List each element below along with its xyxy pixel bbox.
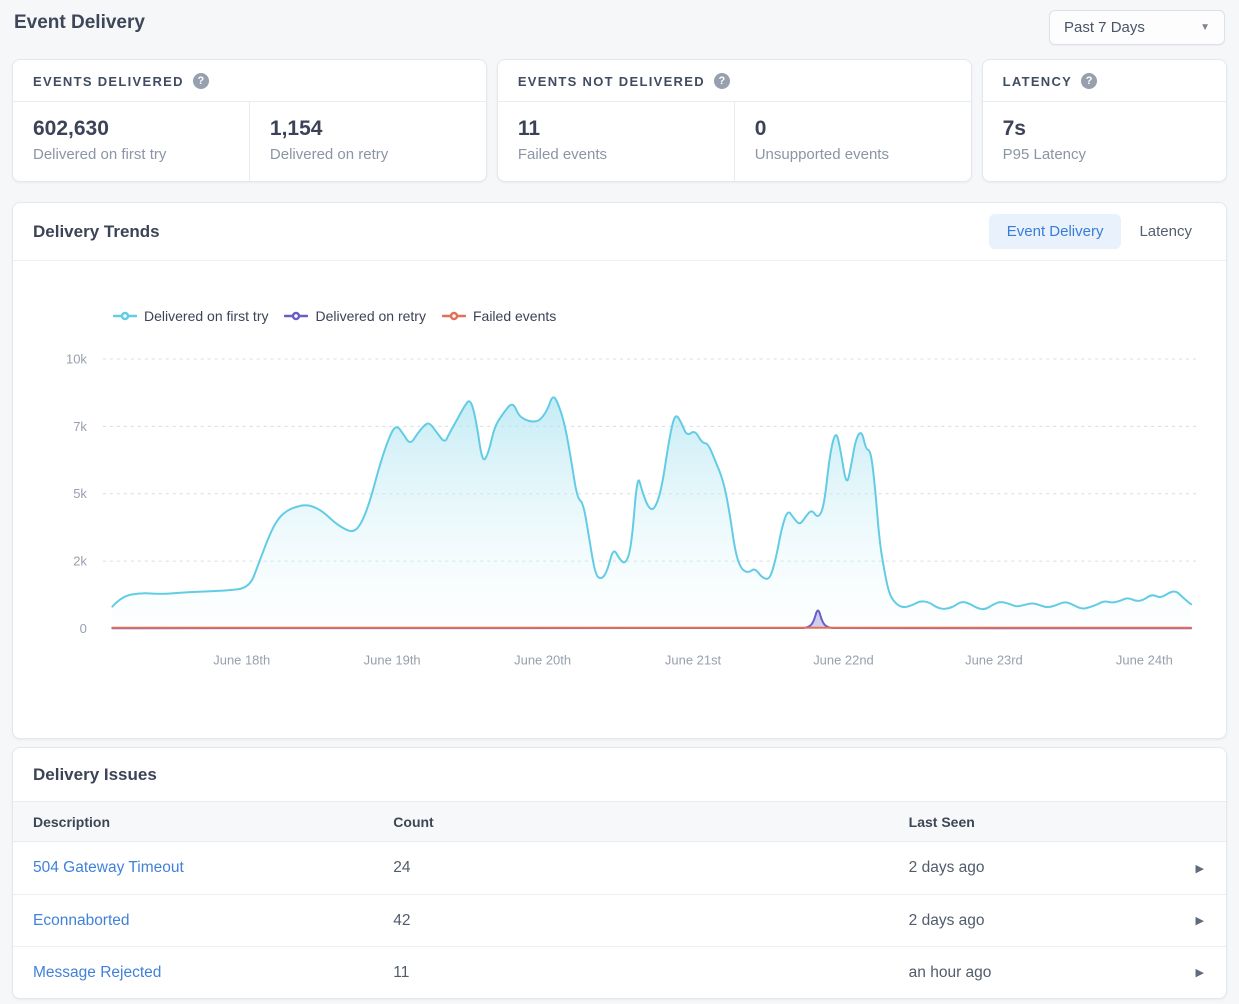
page-header: Event Delivery Past 7 Days ▼ <box>12 0 1227 59</box>
issue-count: 24 <box>393 859 411 876</box>
delivery-trends-card: Delivery Trends Event Delivery Latency D… <box>12 202 1227 739</box>
metric-label: Unsupported events <box>754 146 889 163</box>
issues-table-header: Description Count Last Seen <box>13 801 1226 842</box>
series-area-delivered-on-first-try <box>112 397 1192 629</box>
legend-marker-icon <box>284 311 309 321</box>
metric-label: P95 Latency <box>1002 146 1087 163</box>
legend-label: Delivered on first try <box>144 308 269 324</box>
metric-delivered-retry: 1,154 Delivered on retry <box>248 102 486 181</box>
chart-legend: Delivered on first try Delivered on retry… <box>113 305 1226 327</box>
row-expand-arrow-icon[interactable]: ▶ <box>1196 914 1204 927</box>
trends-tabs: Event Delivery Latency <box>988 214 1210 249</box>
metric-label: Failed events <box>517 146 608 163</box>
x-axis-tick-label: June 23rd <box>965 652 1023 667</box>
help-icon[interactable]: ? <box>713 73 730 89</box>
issue-last-seen: 2 days ago <box>908 859 985 876</box>
issue-count: 42 <box>393 911 411 929</box>
table-row[interactable]: Econnaborted 42 2 days ago ▶ <box>13 894 1226 946</box>
x-axis-tick-label: June 19th <box>364 652 421 667</box>
y-axis-tick-label: 5k <box>73 486 87 501</box>
column-header-last-seen: Last Seen <box>908 813 975 830</box>
legend-item-failed-events[interactable]: Failed events <box>441 308 557 324</box>
legend-marker-icon <box>441 311 466 321</box>
tab-latency[interactable]: Latency <box>1121 214 1210 249</box>
date-range-value: Past 7 Days <box>1064 19 1145 36</box>
metric-delivered-first-try: 602,630 Delivered on first try <box>13 102 249 181</box>
delivery-trends-chart[interactable]: 0 2k 5k 7k 10k June 18th June 19th June 20th Jun… <box>13 335 1226 686</box>
issue-description-link[interactable]: Message Rejected <box>33 964 161 981</box>
metric-unsupported-events: 0 Unsupported events <box>733 102 971 181</box>
issues-table-body: 504 Gateway Timeout 24 2 days ago ▶ Econnabo… <box>13 842 1226 998</box>
metric-value: 11 <box>517 117 541 140</box>
stats-card-events-not-delivered: EVENTS NOT DELIVERED ? 11 Failed events … <box>496 59 972 182</box>
issue-description-link[interactable]: 504 Gateway Timeout <box>33 859 184 876</box>
stats-card-events-delivered: EVENTS DELIVERED ? 602,630 Delivered on … <box>12 59 487 182</box>
y-axis-tick-label: 2k <box>73 554 87 569</box>
chart-area: 0 2k 5k 7k 10k June 18th June 19th June 20th Jun… <box>13 335 1226 686</box>
y-axis-tick-label: 7k <box>73 419 87 434</box>
legend-label: Failed events <box>472 308 557 324</box>
table-row[interactable]: Message Rejected 11 an hour ago ▶ <box>13 946 1226 998</box>
legend-item-delivered-on-retry[interactable]: Delivered on retry <box>284 308 426 324</box>
x-axis-tick-label: June 21st <box>665 652 722 667</box>
table-row[interactable]: 504 Gateway Timeout 24 2 days ago ▶ <box>13 842 1226 894</box>
x-axis-tick-label: June 22nd <box>813 652 874 667</box>
issue-count: 11 <box>393 963 410 981</box>
metric-label: Delivered on retry <box>269 146 389 163</box>
x-axis-tick-label: June 24th <box>1116 652 1173 667</box>
metric-value: 7s <box>1002 117 1026 140</box>
issue-last-seen: 2 days ago <box>908 911 985 929</box>
metric-failed-events: 11 Failed events <box>498 102 734 181</box>
page-title: Event Delivery <box>14 12 145 33</box>
metric-value: 602,630 <box>33 117 109 140</box>
delivery-issues-card: Delivery Issues Description Count Last S… <box>12 747 1227 999</box>
row-expand-arrow-icon[interactable]: ▶ <box>1196 966 1204 979</box>
metric-value: 0 <box>754 117 767 140</box>
stats-card-title: LATENCY <box>1002 73 1073 89</box>
help-icon[interactable]: ? <box>192 73 209 89</box>
delivery-trends-title: Delivery Trends <box>33 221 160 241</box>
stats-card-latency: LATENCY ? 7s P95 Latency <box>981 59 1227 182</box>
legend-item-delivered-on-first-try[interactable]: Delivered on first try <box>113 308 268 324</box>
row-expand-arrow-icon[interactable]: ▶ <box>1196 862 1204 875</box>
y-axis-tick-label: 10k <box>66 351 87 366</box>
chevron-down-icon: ▼ <box>1200 22 1210 33</box>
tab-event-delivery[interactable]: Event Delivery <box>988 214 1122 249</box>
delivery-issues-title: Delivery Issues <box>33 765 157 784</box>
x-axis-tick-label: June 18th <box>213 652 270 667</box>
date-range-selector[interactable]: Past 7 Days ▼ <box>1049 10 1225 45</box>
legend-label: Delivered on retry <box>315 308 426 324</box>
x-axis-tick-label: June 20th <box>514 652 571 667</box>
stats-card-title: EVENTS NOT DELIVERED <box>517 73 705 89</box>
metric-value: 1,154 <box>269 117 323 140</box>
help-icon[interactable]: ? <box>1081 73 1098 89</box>
metric-p95-latency: 7s P95 Latency <box>983 102 1226 181</box>
issue-last-seen: an hour ago <box>908 963 992 981</box>
legend-marker-icon <box>113 311 137 321</box>
y-axis-tick-label: 0 <box>80 621 87 636</box>
column-header-description: Description <box>33 813 111 830</box>
stats-row: EVENTS DELIVERED ? 602,630 Delivered on … <box>12 59 1227 182</box>
issue-description-link[interactable]: Econnaborted <box>33 912 130 929</box>
metric-label: Delivered on first try <box>33 146 167 163</box>
stats-card-title: EVENTS DELIVERED <box>33 73 184 89</box>
column-header-count: Count <box>393 813 434 830</box>
